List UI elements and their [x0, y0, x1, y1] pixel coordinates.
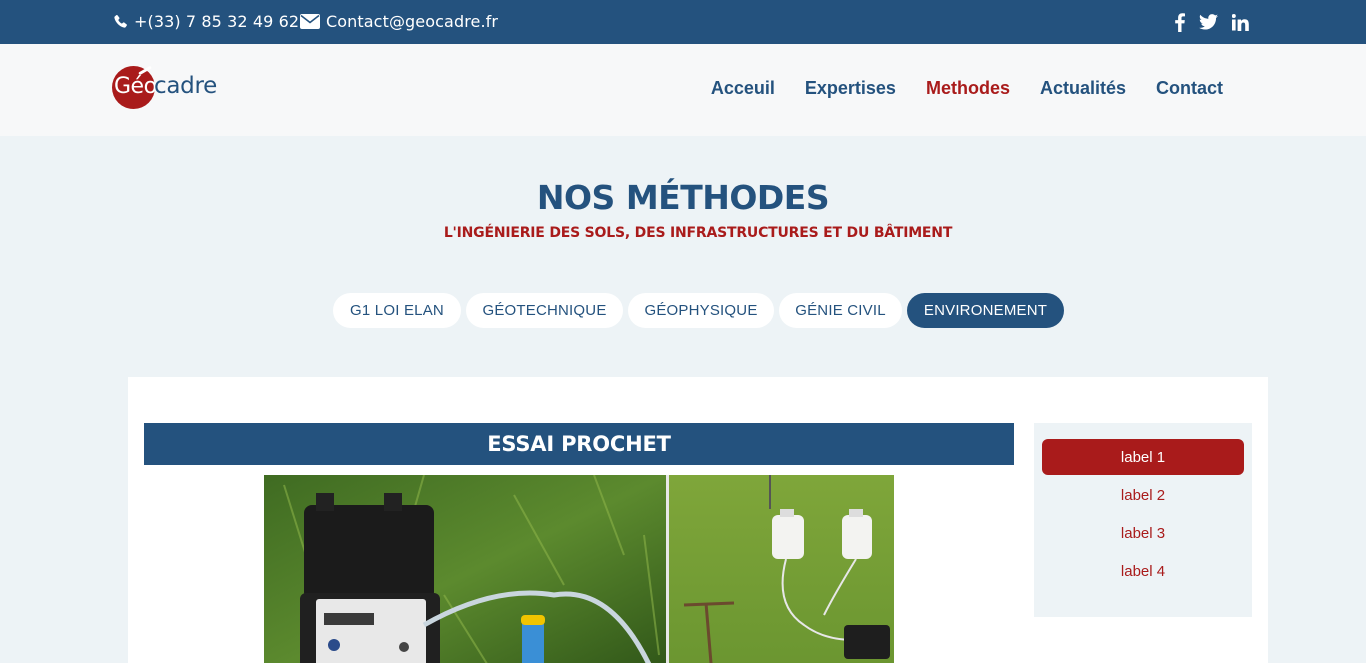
sidebar-item-label-2[interactable]: label 2	[1042, 477, 1244, 513]
sidebar-item-label-4[interactable]: label 4	[1042, 553, 1244, 589]
main-nav: Acceuil Expertises Methodes Actualités C…	[711, 78, 1223, 99]
sidebar-item-label-3[interactable]: label 3	[1042, 515, 1244, 551]
page-subtitle: L'INGÉNIERIE DES SOLS, DES INFRASTRUCTUR…	[443, 225, 953, 241]
nav-actualites[interactable]: Actualités	[1040, 78, 1126, 99]
phone-contact[interactable]: +(33) 7 85 32 49 62	[113, 12, 299, 31]
phone-icon	[114, 14, 127, 28]
logo-text-cadre: cadre	[154, 73, 217, 99]
page-title: NOS MÉTHODES	[536, 178, 830, 217]
nav-acceuil[interactable]: Acceuil	[711, 78, 775, 99]
nav-methodes[interactable]: Methodes	[926, 78, 1010, 99]
tab-environement[interactable]: ENVIRONEMENT	[907, 293, 1064, 328]
nav-contact[interactable]: Contact	[1156, 78, 1223, 99]
top-bar: +(33) 7 85 32 49 62 Contact@geocadre.fr	[0, 0, 1366, 44]
facebook-icon[interactable]	[1175, 11, 1185, 33]
essai-prochet-photo	[264, 475, 894, 663]
tab-genie-civil[interactable]: GÉNIE CIVIL	[779, 293, 902, 328]
site-header: Géo cadre Acceuil Expertises Methodes Ac…	[0, 44, 1366, 136]
twitter-icon[interactable]	[1199, 11, 1218, 33]
sidebar-item-label-1[interactable]: label 1	[1042, 439, 1244, 475]
tab-geophysique[interactable]: GÉOPHYSIQUE	[628, 293, 774, 328]
logo-text-geo: Géo	[114, 74, 157, 99]
tab-g1-loi-elan[interactable]: G1 LOI ELAN	[333, 293, 461, 328]
envelope-icon	[300, 14, 320, 29]
section-title: ESSAI PROCHET	[144, 423, 1014, 465]
geocadre-logo[interactable]: Géo cadre	[112, 65, 222, 110]
linkedin-icon[interactable]	[1232, 11, 1249, 33]
method-tabs: G1 LOI ELAN GÉOTECHNIQUE GÉOPHYSIQUE GÉN…	[333, 293, 1064, 328]
sidebar-menu: label 1 label 2 label 3 label 4	[1034, 423, 1252, 617]
email-address: Contact@geocadre.fr	[326, 12, 499, 31]
tab-geotechnique[interactable]: GÉOTECHNIQUE	[466, 293, 623, 328]
nav-expertises[interactable]: Expertises	[805, 78, 896, 99]
social-links	[1175, 11, 1249, 33]
content-panel: ESSAI PROCHET label 1 label 2 label 3 la…	[128, 377, 1268, 663]
email-contact[interactable]: Contact@geocadre.fr	[300, 12, 498, 31]
phone-number: +(33) 7 85 32 49 62	[134, 12, 300, 31]
